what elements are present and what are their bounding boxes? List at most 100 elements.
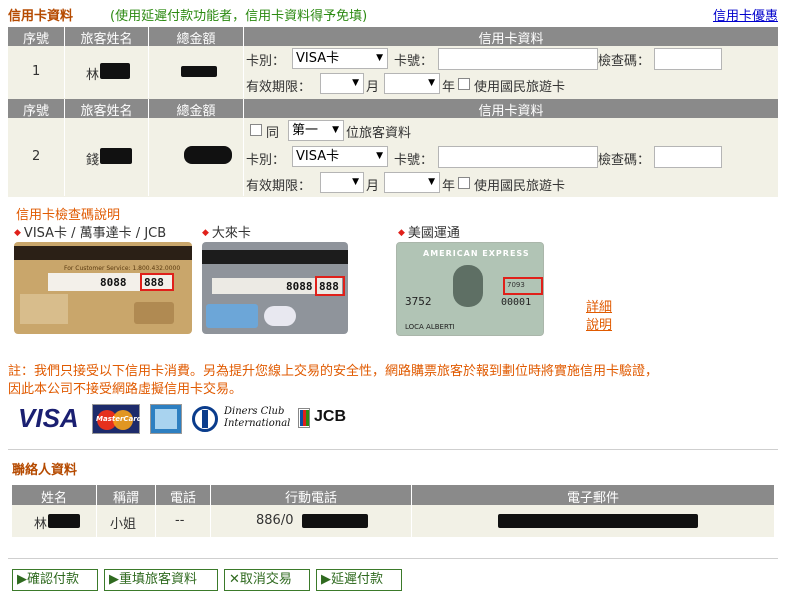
cc-section-title: 信用卡資料 [8,9,74,24]
row1-amount-redaction [181,66,217,77]
cancel-transaction-label: 取消交易 [239,572,292,587]
cc-section-header: 信用卡資料 (使用延遲付款功能者，信用卡資料得予免填) 信用卡優惠 [8,4,778,24]
row2-same-select[interactable]: 第一 ▼ [288,120,344,141]
row1-expiry-label: 有效期限： [246,80,312,95]
diamond-icon: ◆ [202,228,209,238]
contact-col-mobile: 行動電話 [284,491,337,506]
col-seq: 序號 [22,104,49,119]
visa-cvv-code: 888 [144,276,164,289]
card-notice-line2: 因此本公司不接受網路虛擬信用卡交易。 [8,382,243,397]
refill-passenger-label: 重填旅客資料 [119,572,198,587]
amex-card-name: LOCA ALBERTI [405,323,455,331]
contact-name-redaction [48,514,80,528]
cancel-transaction-button[interactable]: ✕取消交易 [224,569,310,591]
card-notice: 註：我們只接受以下信用卡消費。另為提升您線上交易的安全性，網路購票旅客於報到劃位… [8,363,778,399]
row1-card-type-label: 卡別： [246,54,286,69]
divider [8,558,778,559]
amex-brand-text: AMERICAN EXPRESS [423,249,530,258]
chevron-down-icon: ▼ [376,53,383,63]
amex-card-number-2: 00001 [501,297,532,308]
row2-same-suffix: 位旅客資料 [346,126,412,141]
contact-section-title: 聯絡人資料 [12,463,78,478]
row1-card-no-input[interactable] [438,48,598,70]
delay-payment-label: 延遲付款 [331,572,384,587]
row1-travel-card-checkbox[interactable] [458,78,470,90]
row2-month-label: 月 [366,179,380,194]
col-amount: 總金額 [176,104,216,119]
contact-col-email: 電子郵件 [566,491,619,506]
visa-card-number: 8088 [100,276,127,289]
amex-logo [150,404,182,434]
contact-mobile-value: 886/0 [256,513,294,528]
row1-name-redaction [100,63,130,79]
row2-travel-card-label: 使用國民旅遊卡 [474,179,566,194]
diners-card-number: 8088 [286,280,313,293]
row1-year-select[interactable]: ▼ [384,73,440,94]
play-icon: ▶ [109,572,119,587]
row2-travel-card-checkbox[interactable] [458,177,470,189]
amex-card-number: 3752 [405,295,432,308]
contact-name: 林 [34,517,48,532]
play-icon: ▶ [321,572,331,587]
contact-mobile-redaction [302,514,368,528]
chevron-down-icon: ▼ [352,78,359,88]
cc-offer-link[interactable]: 信用卡優惠 [713,5,778,24]
chevron-down-icon: ▼ [332,125,339,135]
refill-passenger-button[interactable]: ▶重填旅客資料 [104,569,218,591]
row1-card-type-value: VISA卡 [296,51,340,66]
col-name: 旅客姓名 [80,104,133,119]
col-card-info: 信用卡資料 [478,104,544,119]
cc-table-header: 序號 旅客姓名 總金額 信用卡資料 [8,27,778,47]
row2-check-code-input[interactable] [654,146,722,168]
visa-band-text: For Customer Service: 1.800.432.0000 [64,265,181,272]
card-label-amex-text: 美國運通 [407,226,460,241]
cvv-detail-link-line2: 說明 [586,318,613,333]
row1-check-code-label: 檢查碼： [598,54,651,69]
row2-card-type-select[interactable]: VISA卡 ▼ [292,146,388,167]
card-label-diners: ◆ 大來卡 [202,222,251,241]
row2-same-label: 同 [266,126,280,141]
cc-row-1: 1 林 卡別： VISA卡 ▼ 卡號： 檢查碼： 有效期限： ▼ 月 ▼ 年 使… [8,46,778,98]
confirm-payment-button[interactable]: ▶確認付款 [12,569,98,591]
row2-name-redaction [100,148,132,164]
play-icon: ▶ [17,572,27,587]
close-icon: ✕ [229,572,240,587]
mastercard-text: MasterCard [96,415,142,423]
delay-payment-button[interactable]: ▶延遲付款 [316,569,402,591]
row2-expiry-label: 有效期限： [246,179,312,194]
col-name: 旅客姓名 [80,32,133,47]
card-label-visa-text: VISA卡 / 萬事達卡 / JCB [23,226,167,241]
row2-card-no-label: 卡號： [394,153,434,168]
row2-amount-redaction [184,146,232,164]
card-label-visa: ◆ VISA卡 / 萬事達卡 / JCB [14,222,166,241]
contact-row: 林 小姐 -- 886/0 [12,505,774,537]
row2-same-checkbox[interactable] [250,124,262,136]
row1-card-type-select[interactable]: VISA卡 ▼ [292,48,388,69]
contact-email-redaction [498,514,698,528]
confirm-payment-label: 確認付款 [27,572,80,587]
diners-cvv-code: 888 [319,280,339,293]
row2-card-type-value: VISA卡 [296,149,340,164]
cvv-title: 信用卡檢查碼說明 [16,208,121,223]
row2-same-value: 第一 [292,123,319,138]
row2-name: 錢 [86,153,100,168]
mastercard-logo: MasterCard [92,404,142,434]
chevron-down-icon: ▼ [376,151,383,161]
diners-logo-icon [192,406,218,432]
row2-month-select[interactable]: ▼ [320,172,364,193]
row1-check-code-input[interactable] [654,48,722,70]
contact-col-phone: 電話 [169,491,196,506]
diners-logo-text-1: Diners Club [224,406,285,417]
contact-col-name: 姓名 [40,491,67,506]
row1-travel-card-label: 使用國民旅遊卡 [474,80,566,95]
chevron-down-icon: ▼ [352,177,359,187]
visa-logo: VISA [18,403,79,433]
card-label-diners-text: 大來卡 [211,226,251,241]
cvv-detail-link[interactable]: 詳細 說明 [586,299,612,335]
row1-card-no-label: 卡號： [394,54,434,69]
row2-card-no-input[interactable] [438,146,598,168]
row2-seq: 2 [32,149,41,164]
row1-month-select[interactable]: ▼ [320,73,364,94]
row2-year-select[interactable]: ▼ [384,172,440,193]
row1-seq: 1 [32,64,41,79]
